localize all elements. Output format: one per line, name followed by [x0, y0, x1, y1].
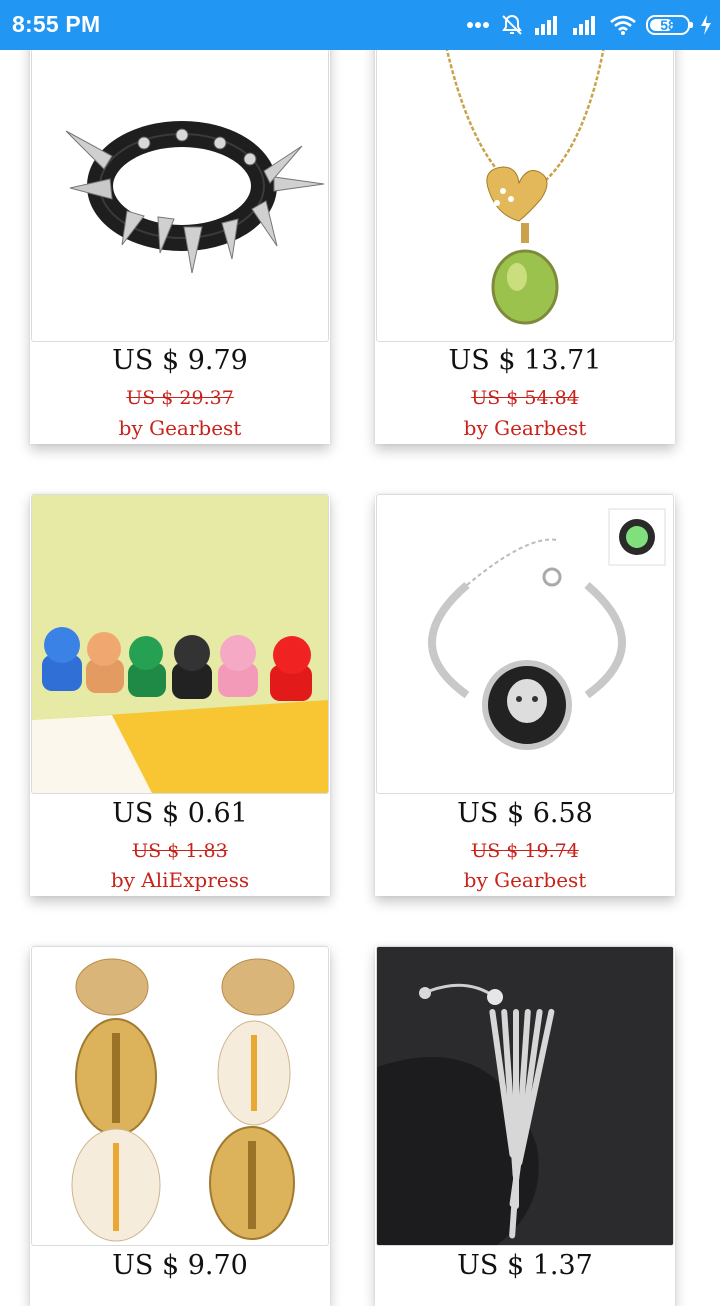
product-image[interactable] — [31, 494, 329, 794]
product-card[interactable]: US $ 9.79 US $ 29.37 by Gearbest — [30, 0, 330, 444]
original-price: US $ 1.83 — [132, 840, 228, 862]
product-image[interactable] — [31, 946, 329, 1246]
product-image[interactable] — [376, 946, 674, 1246]
original-price: US $ 29.37 — [126, 387, 234, 409]
status-icons: 58 — [466, 10, 712, 40]
more-notifications-icon — [466, 21, 490, 29]
product-price: US $ 13.71 — [448, 345, 602, 376]
status-time: 8:55 PM — [12, 11, 101, 37]
status-bar: 8:55 PM 58 — [0, 0, 720, 50]
product-card[interactable]: US $ 6.58 US $ 19.74 by Gearbest — [375, 494, 675, 896]
product-price: US $ 9.70 — [112, 1250, 248, 1281]
signal-icon — [534, 14, 562, 36]
product-image[interactable] — [376, 0, 674, 342]
product-card[interactable]: US $ 1.37 — [375, 946, 675, 1306]
seller-label: by Gearbest — [463, 416, 587, 440]
product-price: US $ 9.79 — [112, 345, 248, 376]
product-card[interactable]: US $ 9.70 — [30, 946, 330, 1306]
product-card[interactable]: US $ 0.61 US $ 1.83 by AliExpress — [30, 494, 330, 896]
signal-icon — [572, 14, 600, 36]
wifi-icon — [610, 14, 636, 36]
seller-label: by AliExpress — [110, 868, 250, 892]
product-feed[interactable]: US $ 9.79 US $ 29.37 by Gearbest US $ 13… — [0, 0, 720, 1306]
battery-icon: 58 — [646, 15, 693, 35]
alarm-off-icon — [500, 13, 524, 37]
product-image[interactable] — [31, 0, 329, 342]
original-price: US $ 54.84 — [471, 387, 579, 409]
seller-label: by Gearbest — [463, 868, 587, 892]
charging-icon — [700, 14, 712, 36]
product-card[interactable]: US $ 13.71 US $ 54.84 by Gearbest — [375, 0, 675, 444]
battery-percent: 58 — [660, 17, 676, 33]
seller-label: by Gearbest — [118, 416, 242, 440]
product-price: US $ 6.58 — [457, 798, 593, 829]
product-image[interactable] — [376, 494, 674, 794]
original-price: US $ 19.74 — [471, 840, 579, 862]
product-price: US $ 1.37 — [457, 1250, 593, 1281]
product-price: US $ 0.61 — [112, 798, 248, 829]
